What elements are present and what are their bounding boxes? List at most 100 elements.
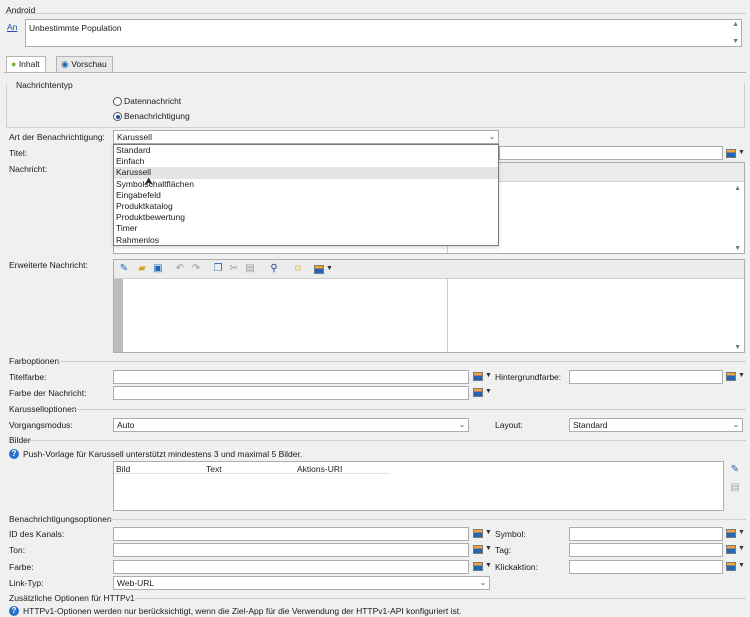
httpv1-title: Zusätzliche Optionen für HTTPv1	[9, 593, 135, 603]
click-action-personalize-icon[interactable]	[726, 562, 736, 571]
column-header-text: Text	[206, 464, 222, 474]
notification-type-dropdown[interactable]: Standard Einfach Karussell Symbolschaltf…	[113, 144, 499, 246]
option-symbolschaltflaechen[interactable]: Symbolschaltflächen	[114, 179, 498, 190]
tag-menu-icon[interactable]: ▼	[738, 545, 745, 552]
extended-personalize-icon[interactable]	[314, 265, 324, 274]
tag-input[interactable]	[569, 543, 723, 557]
open-folder-icon[interactable]: ▰	[136, 263, 148, 275]
line-gutter	[114, 279, 123, 352]
extended-message-editor[interactable]: ✎ ▰ ▣ ↶ ↷ ❐ ✂ ▤ ⚲ ☺ ▼ ▼	[113, 259, 745, 353]
scroll-down-icon[interactable]: ▼	[732, 38, 739, 45]
message-color-input[interactable]	[113, 386, 469, 400]
notification-options-title: Benachrichtigungsoptionen	[9, 514, 112, 524]
android-icon: ●	[11, 59, 17, 69]
paste-icon[interactable]: ▤	[244, 263, 256, 275]
message-scroll-up-icon[interactable]: ▲	[734, 185, 741, 192]
redo-icon[interactable]: ↷	[190, 263, 202, 275]
color-menu-icon[interactable]: ▼	[485, 562, 492, 569]
httpv1-info-text: HTTPv1-Optionen werden nur berücksichtig…	[23, 606, 462, 616]
option-standard[interactable]: Standard	[114, 145, 498, 156]
notification-type-value: Karussell	[117, 132, 152, 142]
background-color-menu-icon[interactable]: ▼	[738, 372, 745, 379]
emoji-icon[interactable]: ☺	[292, 263, 304, 275]
undo-icon[interactable]: ↶	[174, 263, 186, 275]
option-produktkatalog[interactable]: Produktkatalog	[114, 201, 498, 212]
message-label: Nachricht:	[9, 164, 48, 174]
option-einfach[interactable]: Einfach	[114, 156, 498, 167]
background-color-input[interactable]	[569, 370, 723, 384]
extended-personalize-menu-icon[interactable]: ▼	[326, 265, 333, 272]
message-color-personalize-icon[interactable]	[473, 388, 483, 397]
find-icon[interactable]: ⚲	[268, 263, 280, 275]
option-rahmenlos[interactable]: Rahmenlos	[114, 235, 498, 246]
symbol-input[interactable]	[569, 527, 723, 541]
eye-icon: ◉	[61, 59, 69, 69]
color-personalize-icon[interactable]	[473, 562, 483, 571]
chevron-down-icon: ⌄	[488, 132, 496, 141]
tab-inhalt-label: Inhalt	[18, 59, 40, 69]
save-icon[interactable]: ▣	[152, 263, 164, 275]
mode-select[interactable]: Auto ⌄	[113, 418, 469, 432]
click-action-menu-icon[interactable]: ▼	[738, 562, 745, 569]
an-link[interactable]: An	[7, 22, 17, 32]
title-color-label: Titelfarbe:	[9, 372, 47, 382]
carousel-options-title: Karusselloptionen	[9, 404, 77, 414]
message-color-menu-icon[interactable]: ▼	[485, 388, 492, 395]
option-produktbewertung[interactable]: Produktbewertung	[114, 212, 498, 223]
title-personalize-icon[interactable]	[726, 149, 736, 158]
option-eingabefeld[interactable]: Eingabefeld	[114, 190, 498, 201]
channel-id-menu-icon[interactable]: ▼	[485, 529, 492, 536]
title-input[interactable]	[499, 146, 723, 160]
title-personalize-menu-icon[interactable]: ▼	[738, 149, 745, 156]
symbol-menu-icon[interactable]: ▼	[738, 529, 745, 536]
layout-label: Layout:	[495, 420, 523, 430]
tab-vorschau[interactable]: ◉ Vorschau	[56, 56, 113, 72]
sound-input[interactable]	[113, 543, 469, 557]
add-image-icon[interactable]: ✎	[729, 464, 741, 476]
message-scroll-down-icon[interactable]: ▼	[734, 245, 741, 252]
scroll-up-icon[interactable]: ▲	[732, 21, 739, 28]
title-color-personalize-icon[interactable]	[473, 372, 483, 381]
channel-id-input[interactable]	[113, 527, 469, 541]
click-action-input[interactable]	[569, 560, 723, 574]
layout-select[interactable]: Standard ⌄	[569, 418, 743, 432]
color-options-title: Farboptionen	[9, 356, 60, 366]
title-color-input[interactable]	[113, 370, 469, 384]
option-timer[interactable]: Timer	[114, 223, 498, 234]
radio-datennachricht[interactable]	[113, 97, 122, 106]
notification-type-select[interactable]: Karussell ⌄	[113, 130, 499, 144]
title-color-menu-icon[interactable]: ▼	[485, 372, 492, 379]
background-color-label: Hintergrundfarbe:	[495, 372, 562, 382]
color-label: Farbe:	[9, 562, 34, 572]
mouse-cursor-icon: ⮝	[144, 176, 154, 188]
tag-personalize-icon[interactable]	[726, 545, 736, 554]
copy-icon[interactable]: ❐	[212, 263, 224, 275]
option-karussell[interactable]: Karussell	[114, 167, 498, 179]
column-header-bild: Bild	[116, 464, 131, 474]
layout-value: Standard	[573, 420, 608, 430]
background-color-personalize-icon[interactable]	[726, 372, 736, 381]
column-header-aktions-uri: Aktions-URI	[297, 464, 343, 474]
recipients-field[interactable]: Unbestimmte Population ▲ ▼	[25, 19, 742, 47]
mode-chevron-down-icon: ⌄	[458, 420, 466, 429]
tab-inhalt[interactable]: ● Inhalt	[6, 56, 46, 72]
mode-value: Auto	[117, 420, 135, 430]
link-type-select[interactable]: Web-URL ⌄	[113, 576, 490, 590]
link-type-value: Web-URL	[117, 578, 155, 588]
mode-label: Vorgangsmodus:	[9, 420, 73, 430]
extended-scroll-down-icon[interactable]: ▼	[734, 344, 741, 351]
cut-icon[interactable]: ✂	[228, 263, 240, 275]
radio-benachrichtigung[interactable]	[113, 112, 122, 121]
delete-image-icon[interactable]: ▤	[729, 482, 741, 494]
images-table[interactable]: Bild Text Aktions-URI	[113, 461, 724, 511]
symbol-personalize-icon[interactable]	[726, 529, 736, 538]
channel-id-personalize-icon[interactable]	[473, 529, 483, 538]
insert-field-icon[interactable]: ✎	[118, 263, 130, 275]
extended-message-label: Erweiterte Nachricht:	[9, 260, 88, 270]
images-info-icon: ?	[9, 449, 19, 459]
sound-menu-icon[interactable]: ▼	[485, 545, 492, 552]
color-input[interactable]	[113, 560, 469, 574]
httpv1-info-icon: ?	[9, 606, 19, 616]
sound-personalize-icon[interactable]	[473, 545, 483, 554]
message-type-title: Nachrichtentyp	[14, 80, 75, 90]
